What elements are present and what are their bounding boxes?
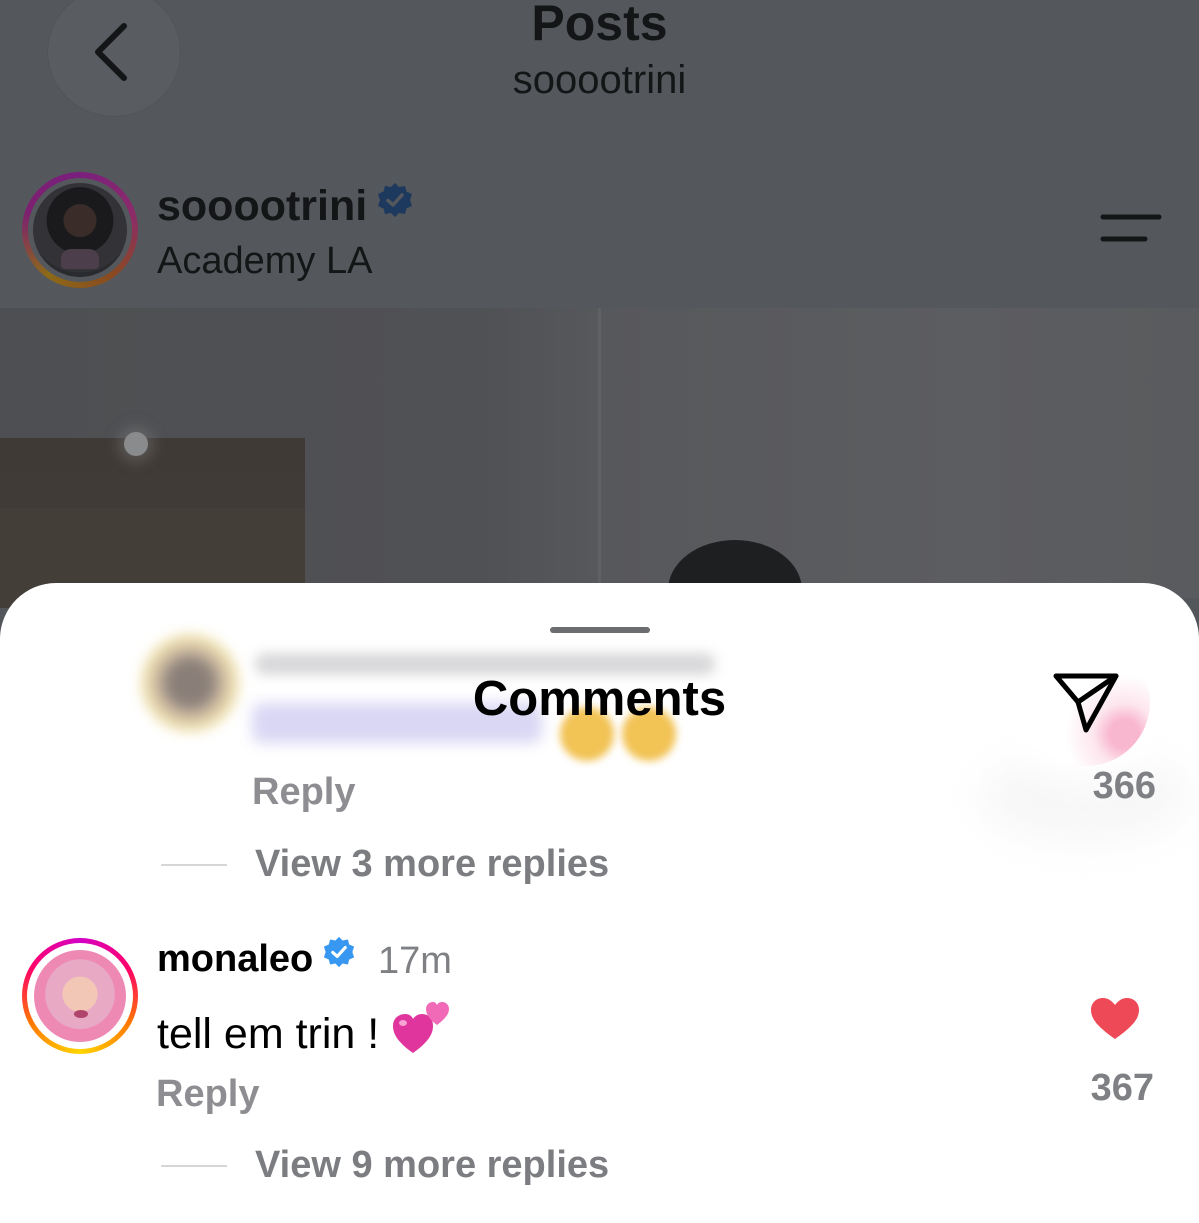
more-options-icon[interactable] bbox=[1100, 212, 1162, 251]
thread-line bbox=[161, 1165, 227, 1167]
thread-line bbox=[161, 864, 227, 866]
post-image[interactable] bbox=[0, 308, 1199, 640]
avatar bbox=[34, 950, 126, 1042]
verified-badge-icon bbox=[377, 180, 413, 229]
comment-text: tell em trin ! bbox=[157, 1002, 451, 1070]
comment-timestamp: 17m bbox=[378, 940, 452, 982]
page-subtitle: sooootrini bbox=[512, 58, 687, 102]
like-count: 366 bbox=[1092, 765, 1156, 807]
post-header: sooootrini Academy LA bbox=[0, 150, 1199, 308]
like-count: 367 bbox=[1090, 1067, 1154, 1109]
view-replies-button[interactable]: View 9 more replies bbox=[255, 1144, 609, 1187]
send-icon bbox=[1053, 673, 1119, 733]
verified-badge-icon bbox=[323, 935, 355, 978]
share-button[interactable] bbox=[1022, 638, 1150, 766]
comments-title: Comments bbox=[472, 672, 727, 726]
heart-icon[interactable] bbox=[1090, 997, 1140, 1046]
post-location[interactable]: Academy LA bbox=[157, 240, 372, 283]
avatar bbox=[33, 183, 127, 277]
post-username[interactable]: sooootrini bbox=[157, 182, 413, 233]
reply-button[interactable]: Reply bbox=[156, 1073, 259, 1116]
page-title: Posts bbox=[531, 0, 668, 51]
story-ring[interactable] bbox=[22, 172, 138, 288]
comments-sheet: Comments Reply 366 View 3 more replies m… bbox=[0, 583, 1199, 1223]
comment-username[interactable]: monaleo bbox=[157, 935, 355, 982]
story-ring[interactable] bbox=[22, 938, 138, 1054]
view-replies-button[interactable]: View 3 more replies bbox=[255, 843, 609, 886]
two-hearts-icon bbox=[393, 999, 451, 1066]
reply-button[interactable]: Reply bbox=[252, 771, 355, 814]
top-bar: Posts sooootrini bbox=[0, 0, 1199, 150]
